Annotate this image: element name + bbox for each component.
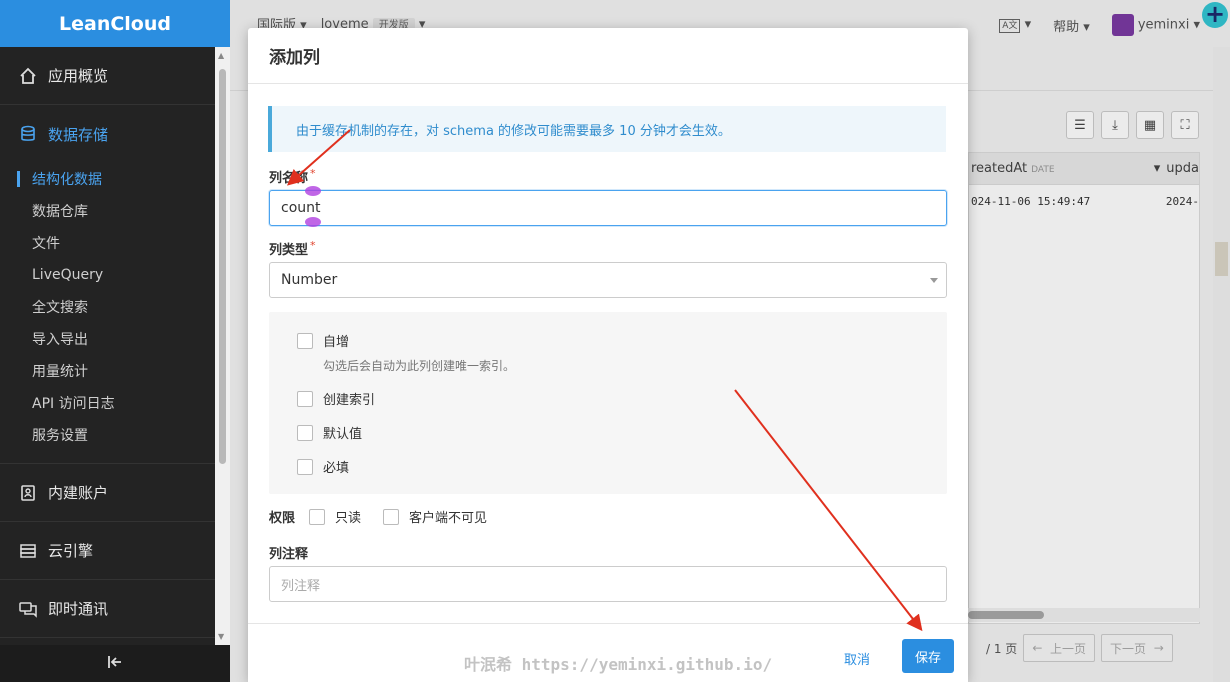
create-index-checkbox[interactable]: 创建索引 xyxy=(297,389,375,408)
server-icon xyxy=(18,541,38,561)
sidebar-item-accounts[interactable]: 内建账户 xyxy=(0,464,230,522)
chevron-down-icon xyxy=(930,278,938,283)
required-checkbox[interactable]: 必填 xyxy=(297,457,349,476)
scroll-down-icon[interactable]: ▼ xyxy=(218,632,224,641)
checkbox-box[interactable] xyxy=(297,424,313,441)
collapse-left-icon xyxy=(107,654,123,673)
column-type-label: 列类型 * xyxy=(269,239,316,258)
column-name-input[interactable]: count xyxy=(269,190,947,226)
sidebar-item-label: 即时通讯 xyxy=(48,600,109,618)
column-comment-label: 列注释 xyxy=(269,547,309,562)
sidebar-nav: 应用概览 数据存储 结构化数据 数据仓库 文件 LiveQuery 全文搜索 导… xyxy=(0,47,230,645)
read-only-label: 只读 xyxy=(335,511,362,526)
sidebar-item-label: 应用概览 xyxy=(48,67,109,85)
sidebar-subitem-fulltext-search[interactable]: 全文搜索 xyxy=(0,291,230,323)
sidebar-item-storage[interactable]: 数据存储 xyxy=(0,105,230,163)
dialog-title: 添加列 xyxy=(248,28,968,84)
sidebar-subitem-usage-stats[interactable]: 用量统计 xyxy=(0,355,230,387)
cache-notice: 由于缓存机制的存在，对 schema 的修改可能需要最多 10 分钟才会生效。 xyxy=(268,106,946,152)
column-type-select[interactable]: Number xyxy=(269,262,947,298)
sidebar-subitem-files[interactable]: 文件 xyxy=(0,227,230,259)
client-invisible-checkbox[interactable] xyxy=(383,508,400,525)
column-options-panel: 自增 勾选后会自动为此列创建唯一索引。 创建索引 默认值 必填 xyxy=(269,312,947,494)
default-value-checkbox[interactable]: 默认值 xyxy=(297,423,362,442)
sidebar-subitem-service-settings[interactable]: 服务设置 xyxy=(0,419,230,451)
checkbox-box[interactable] xyxy=(297,458,313,475)
logo[interactable]: LeanCloud xyxy=(0,0,230,47)
sidebar-item-label: 数据存储 xyxy=(48,125,109,144)
id-card-icon xyxy=(18,483,38,503)
sidebar-item-overview[interactable]: 应用概览 xyxy=(0,47,230,105)
client-invisible-label: 客户端不可见 xyxy=(409,511,488,526)
sidebar: LeanCloud 应用概览 数据存储 结构化数据 数据仓库 文件 LiveQu… xyxy=(0,0,230,682)
auto-increment-hint: 勾选后会自动为此列创建唯一索引。 xyxy=(323,359,516,373)
sidebar-scroll-thumb[interactable] xyxy=(219,69,226,464)
add-column-dialog: 添加列 由于缓存机制的存在，对 schema 的修改可能需要最多 10 分钟才会… xyxy=(248,28,968,682)
column-comment-input[interactable]: 列注释 xyxy=(269,566,947,602)
sidebar-collapse-button[interactable] xyxy=(0,645,230,682)
sidebar-item-engine[interactable]: 云引擎 xyxy=(0,522,230,580)
sidebar-subitem-data-warehouse[interactable]: 数据仓库 xyxy=(0,195,230,227)
sidebar-scrollbar[interactable]: ▲ ▼ xyxy=(215,47,230,645)
watermark: 叶泯希 https://yeminxi.github.io/ xyxy=(464,655,773,674)
sidebar-subitem-structured-data[interactable]: 结构化数据 xyxy=(0,163,230,195)
read-only-checkbox[interactable] xyxy=(309,508,326,525)
auto-increment-checkbox[interactable]: 自增 xyxy=(297,331,349,350)
cancel-button[interactable]: 取消 xyxy=(836,641,878,675)
checkbox-box[interactable] xyxy=(297,390,313,407)
home-icon xyxy=(18,66,38,86)
sidebar-subitem-api-logs[interactable]: API 访问日志 xyxy=(0,387,230,419)
storage-submenu: 结构化数据 数据仓库 文件 LiveQuery 全文搜索 导入导出 用量统计 A… xyxy=(0,163,230,464)
permissions-label: 权限 xyxy=(269,511,296,526)
sidebar-subitem-import-export[interactable]: 导入导出 xyxy=(0,323,230,355)
sidebar-subitem-livequery[interactable]: LiveQuery xyxy=(0,259,230,291)
sidebar-item-label: 云引擎 xyxy=(48,542,94,560)
checkbox-box[interactable] xyxy=(297,332,313,349)
sidebar-item-im[interactable]: 即时通讯 xyxy=(0,580,230,638)
save-button[interactable]: 保存 xyxy=(902,639,954,673)
scroll-up-icon[interactable]: ▲ xyxy=(218,51,224,60)
permissions-row: 权限 只读 客户端不可见 xyxy=(269,507,487,526)
sidebar-item-label: 内建账户 xyxy=(48,484,109,502)
column-name-label: 列名称 * xyxy=(269,167,316,186)
chat-icon xyxy=(18,599,38,619)
database-icon xyxy=(18,124,38,144)
